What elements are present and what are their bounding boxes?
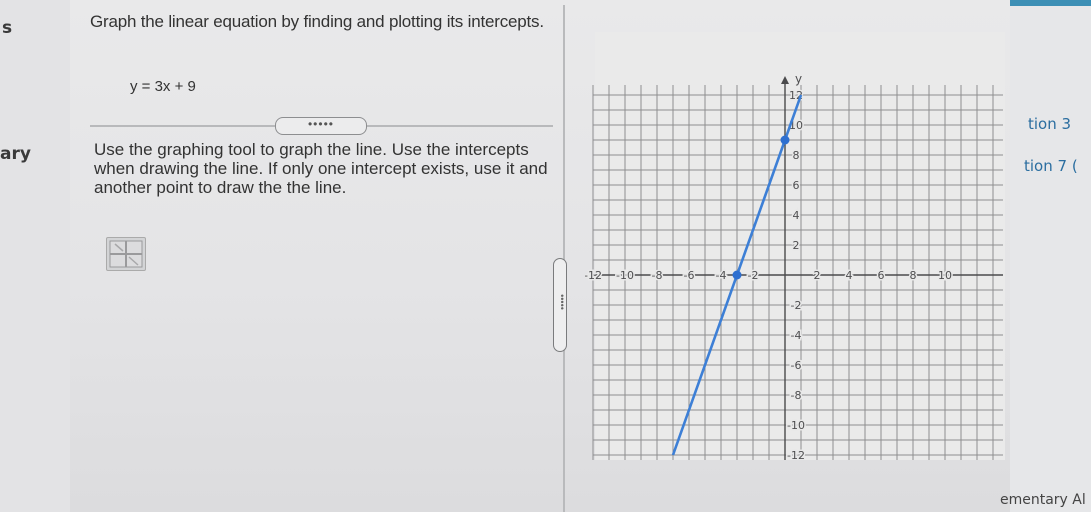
right-nav-strip: tion 3 tion 7 ( ementary Al <box>1000 0 1091 512</box>
y-tick-label: 4 <box>793 209 800 222</box>
y-tick-label: 2 <box>793 239 800 252</box>
x-tick-label: -6 <box>684 269 695 282</box>
graph-area[interactable]: -12 -10 -8 -6 -4 -2 2 4 6 8 10 12 10 8 6 4 2 -2 -4 -6 -8 -10-… <box>585 20 1025 460</box>
right-nav-item-section-7[interactable]: tion 7 ( <box>1024 157 1078 175</box>
question-equation: y = 3x + 9 <box>130 78 196 95</box>
x-tick-label: -8 <box>652 269 663 282</box>
y-tick-label: -4 <box>791 329 802 342</box>
x-tick-label: -10 <box>616 269 634 282</box>
coordinate-plane[interactable]: -12 -10 -8 -6 -4 -2 2 4 6 8 1012108642-2-4-6-8-10-… <box>585 20 1025 460</box>
x-tick-label: -12 <box>585 269 602 282</box>
y-tick-label: 8 <box>793 149 800 162</box>
y-tick-label: -10 <box>787 419 805 432</box>
x-tick-label: 4 <box>846 269 853 282</box>
intercept-point[interactable] <box>732 270 742 280</box>
panel-resize-handle[interactable]: ••••• <box>553 258 567 352</box>
left-nav-fragment-top[interactable]: s <box>2 18 12 38</box>
left-nav-fragment-library[interactable]: ary <box>0 144 31 164</box>
x-tick-label: 10 <box>938 269 952 282</box>
x-tick-label: 2 <box>814 269 821 282</box>
graph-instructions: Use the graphing tool to graph the line.… <box>94 140 548 197</box>
right-footer-text: ementary Al <box>1000 492 1086 508</box>
y-tick-label: -2 <box>791 299 802 312</box>
x-tick-label: 6 <box>878 269 885 282</box>
right-nav-item-section-3[interactable]: tion 3 <box>1028 115 1071 133</box>
x-tick-label: -4 <box>716 269 727 282</box>
question-prompt: Graph the linear equation by finding and… <box>90 12 544 31</box>
expand-button[interactable]: ••••• <box>275 117 367 135</box>
graphing-tool-icon[interactable] <box>106 237 146 271</box>
resize-handle-dots: ••••• <box>556 294 567 310</box>
y-axis-name: y <box>795 72 802 86</box>
left-nav-strip: s ary <box>0 0 70 512</box>
y-tick-label: -8 <box>791 389 802 402</box>
y-tick-label: -6 <box>791 359 802 372</box>
right-tab-bar <box>1010 0 1091 6</box>
question-header: Graph the linear equation by finding and… <box>90 12 550 95</box>
x-tick-label: 8 <box>910 269 917 282</box>
y-tick-label: 6 <box>793 179 800 192</box>
intercept-point[interactable] <box>780 135 790 145</box>
x-tick-label: -2 <box>748 269 759 282</box>
y-tick-label: -12 <box>787 449 805 460</box>
